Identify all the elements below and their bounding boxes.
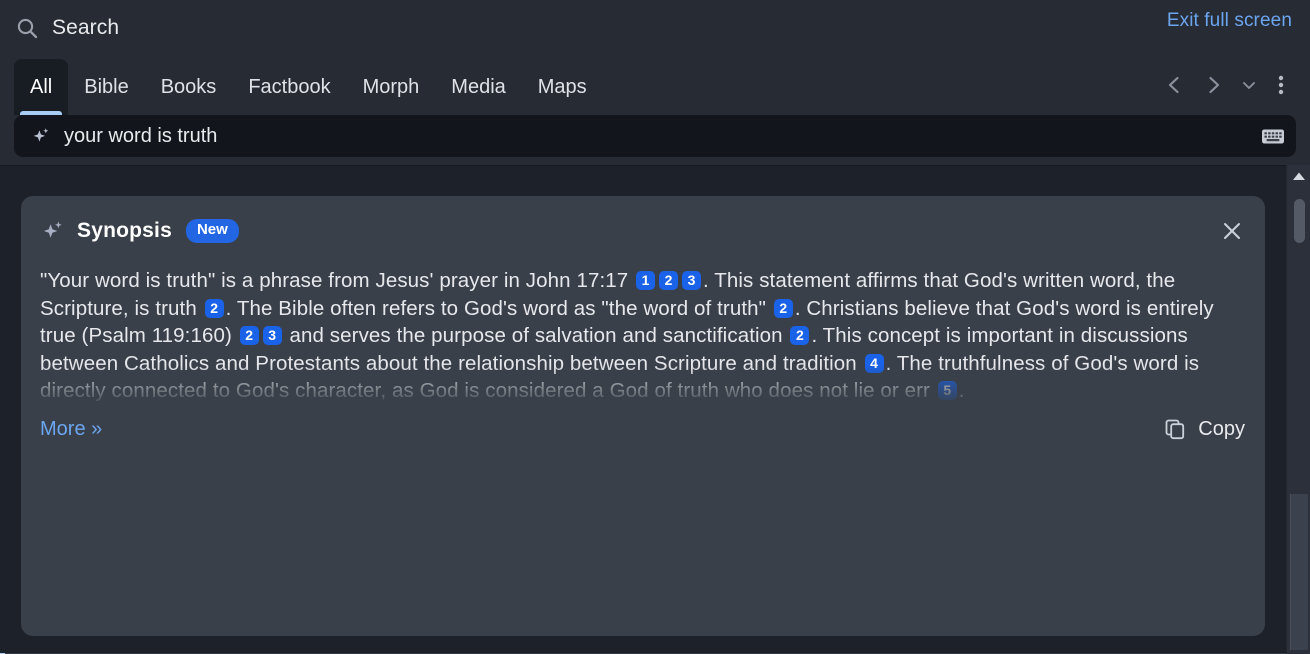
sparkle-icon: [30, 125, 52, 147]
scrollbar-track[interactable]: [1287, 187, 1310, 650]
synopsis-title: Synopsis: [77, 219, 172, 242]
search-input[interactable]: your word is truth: [14, 115, 1296, 157]
page-title: Search: [52, 15, 120, 39]
tab-factbook[interactable]: Factbook: [232, 59, 346, 115]
citation-badge[interactable]: 2: [204, 298, 224, 318]
search-input-value[interactable]: your word is truth: [64, 125, 1260, 148]
chevron-right-icon[interactable]: [1196, 65, 1232, 105]
tab-label: Factbook: [248, 75, 331, 98]
results-scroll-region: Synopsis New "Your word is truth" is a p…: [0, 165, 1286, 654]
search-header-group: Search: [14, 15, 119, 41]
chevron-down-icon[interactable]: [1236, 65, 1262, 105]
citation-badge[interactable]: 4: [864, 353, 884, 373]
search-icon: [14, 15, 40, 41]
kebab-menu-icon[interactable]: [1266, 65, 1296, 105]
triangle-up-icon[interactable]: [1287, 165, 1310, 187]
synopsis-card: Synopsis New "Your word is truth" is a p…: [21, 196, 1265, 636]
copy-icon: [1163, 417, 1187, 441]
tab-books[interactable]: Books: [145, 59, 233, 115]
citation-badge[interactable]: 1: [636, 271, 656, 290]
citation-badge[interactable]: 2: [790, 326, 810, 345]
synopsis-body: "Your word is truth" is a phrase from Je…: [40, 267, 1245, 407]
tab-label: Books: [160, 75, 217, 98]
scrollbar-thumb[interactable]: [1293, 199, 1305, 243]
citation-badge[interactable]: 5: [937, 381, 957, 400]
chevron-left-icon[interactable]: [1156, 65, 1192, 105]
close-icon[interactable]: [1217, 216, 1247, 246]
more-link[interactable]: More »: [40, 418, 102, 441]
tab-list: All Bible Books Factbook Morph Media Map…: [14, 55, 603, 115]
keyboard-icon[interactable]: [1260, 126, 1286, 146]
citation-badge[interactable]: 2: [659, 271, 679, 290]
exit-full-screen-button[interactable]: Exit full screen: [1167, 10, 1292, 32]
search-app-window: Search Exit full screen All Bible Books …: [0, 0, 1310, 654]
tab-label: Bible: [84, 75, 129, 98]
tab-label: Maps: [537, 75, 587, 98]
search-row: your word is truth: [0, 115, 1310, 165]
synopsis-footer: More » Copy: [40, 409, 1245, 449]
tab-morph[interactable]: Morph: [347, 59, 436, 115]
tab-bar: All Bible Books Factbook Morph Media Map…: [0, 55, 1310, 115]
tab-bar-controls: [1156, 55, 1296, 115]
citation-badge[interactable]: 3: [262, 326, 282, 345]
synopsis-paragraph: "Your word is truth" is a phrase from Je…: [40, 269, 1214, 402]
citation-badge[interactable]: 2: [239, 326, 259, 345]
synopsis-header: Synopsis New: [40, 214, 1245, 248]
sparkle-icon: [40, 218, 66, 244]
tab-maps[interactable]: Maps: [522, 59, 603, 115]
citation-badge[interactable]: 3: [682, 271, 702, 290]
tab-label: Morph: [362, 75, 420, 98]
vertical-scrollbar[interactable]: [1286, 165, 1310, 654]
status-badge[interactable]: New: [185, 219, 239, 243]
results-content-area: Synopsis New "Your word is truth" is a p…: [0, 165, 1310, 654]
tab-bible[interactable]: Bible: [68, 59, 144, 115]
tab-label: All: [30, 75, 53, 98]
scrollbar-inner-track[interactable]: [1289, 494, 1308, 650]
tab-media[interactable]: Media: [435, 59, 521, 115]
tab-label: Media: [451, 75, 506, 98]
copy-label: Copy: [1198, 417, 1245, 440]
tab-all[interactable]: All: [14, 59, 69, 115]
citation-badge[interactable]: 2: [773, 298, 793, 318]
top-bar: Search Exit full screen: [0, 0, 1310, 55]
copy-button[interactable]: Copy: [1163, 417, 1245, 441]
